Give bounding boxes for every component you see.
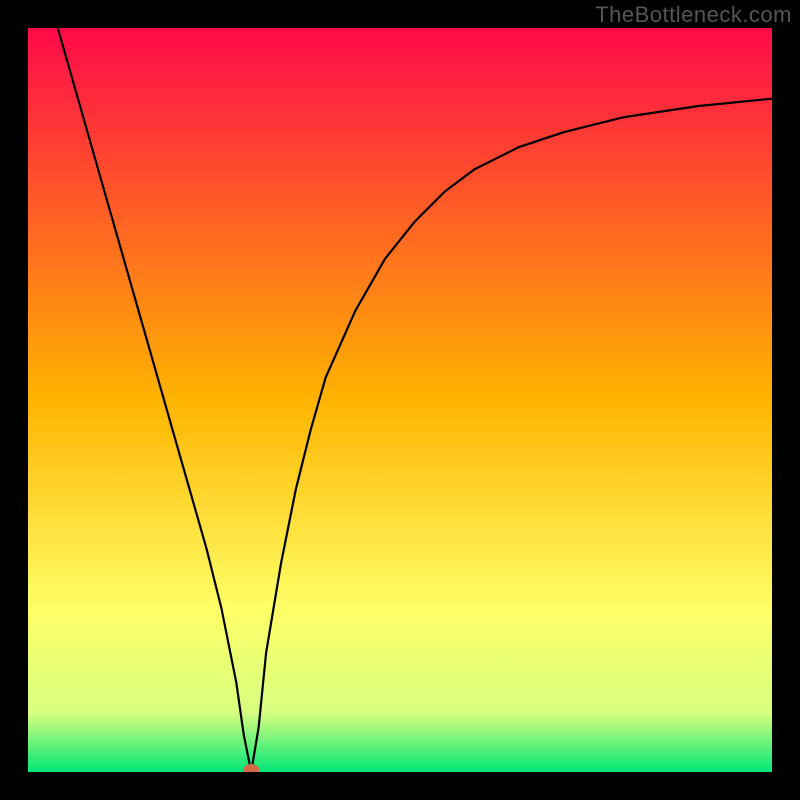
gradient-background xyxy=(28,28,772,772)
chart-container: TheBottleneck.com xyxy=(0,0,800,800)
watermark-text: TheBottleneck.com xyxy=(595,2,792,28)
chart-svg xyxy=(28,28,772,772)
plot-area xyxy=(28,28,772,772)
